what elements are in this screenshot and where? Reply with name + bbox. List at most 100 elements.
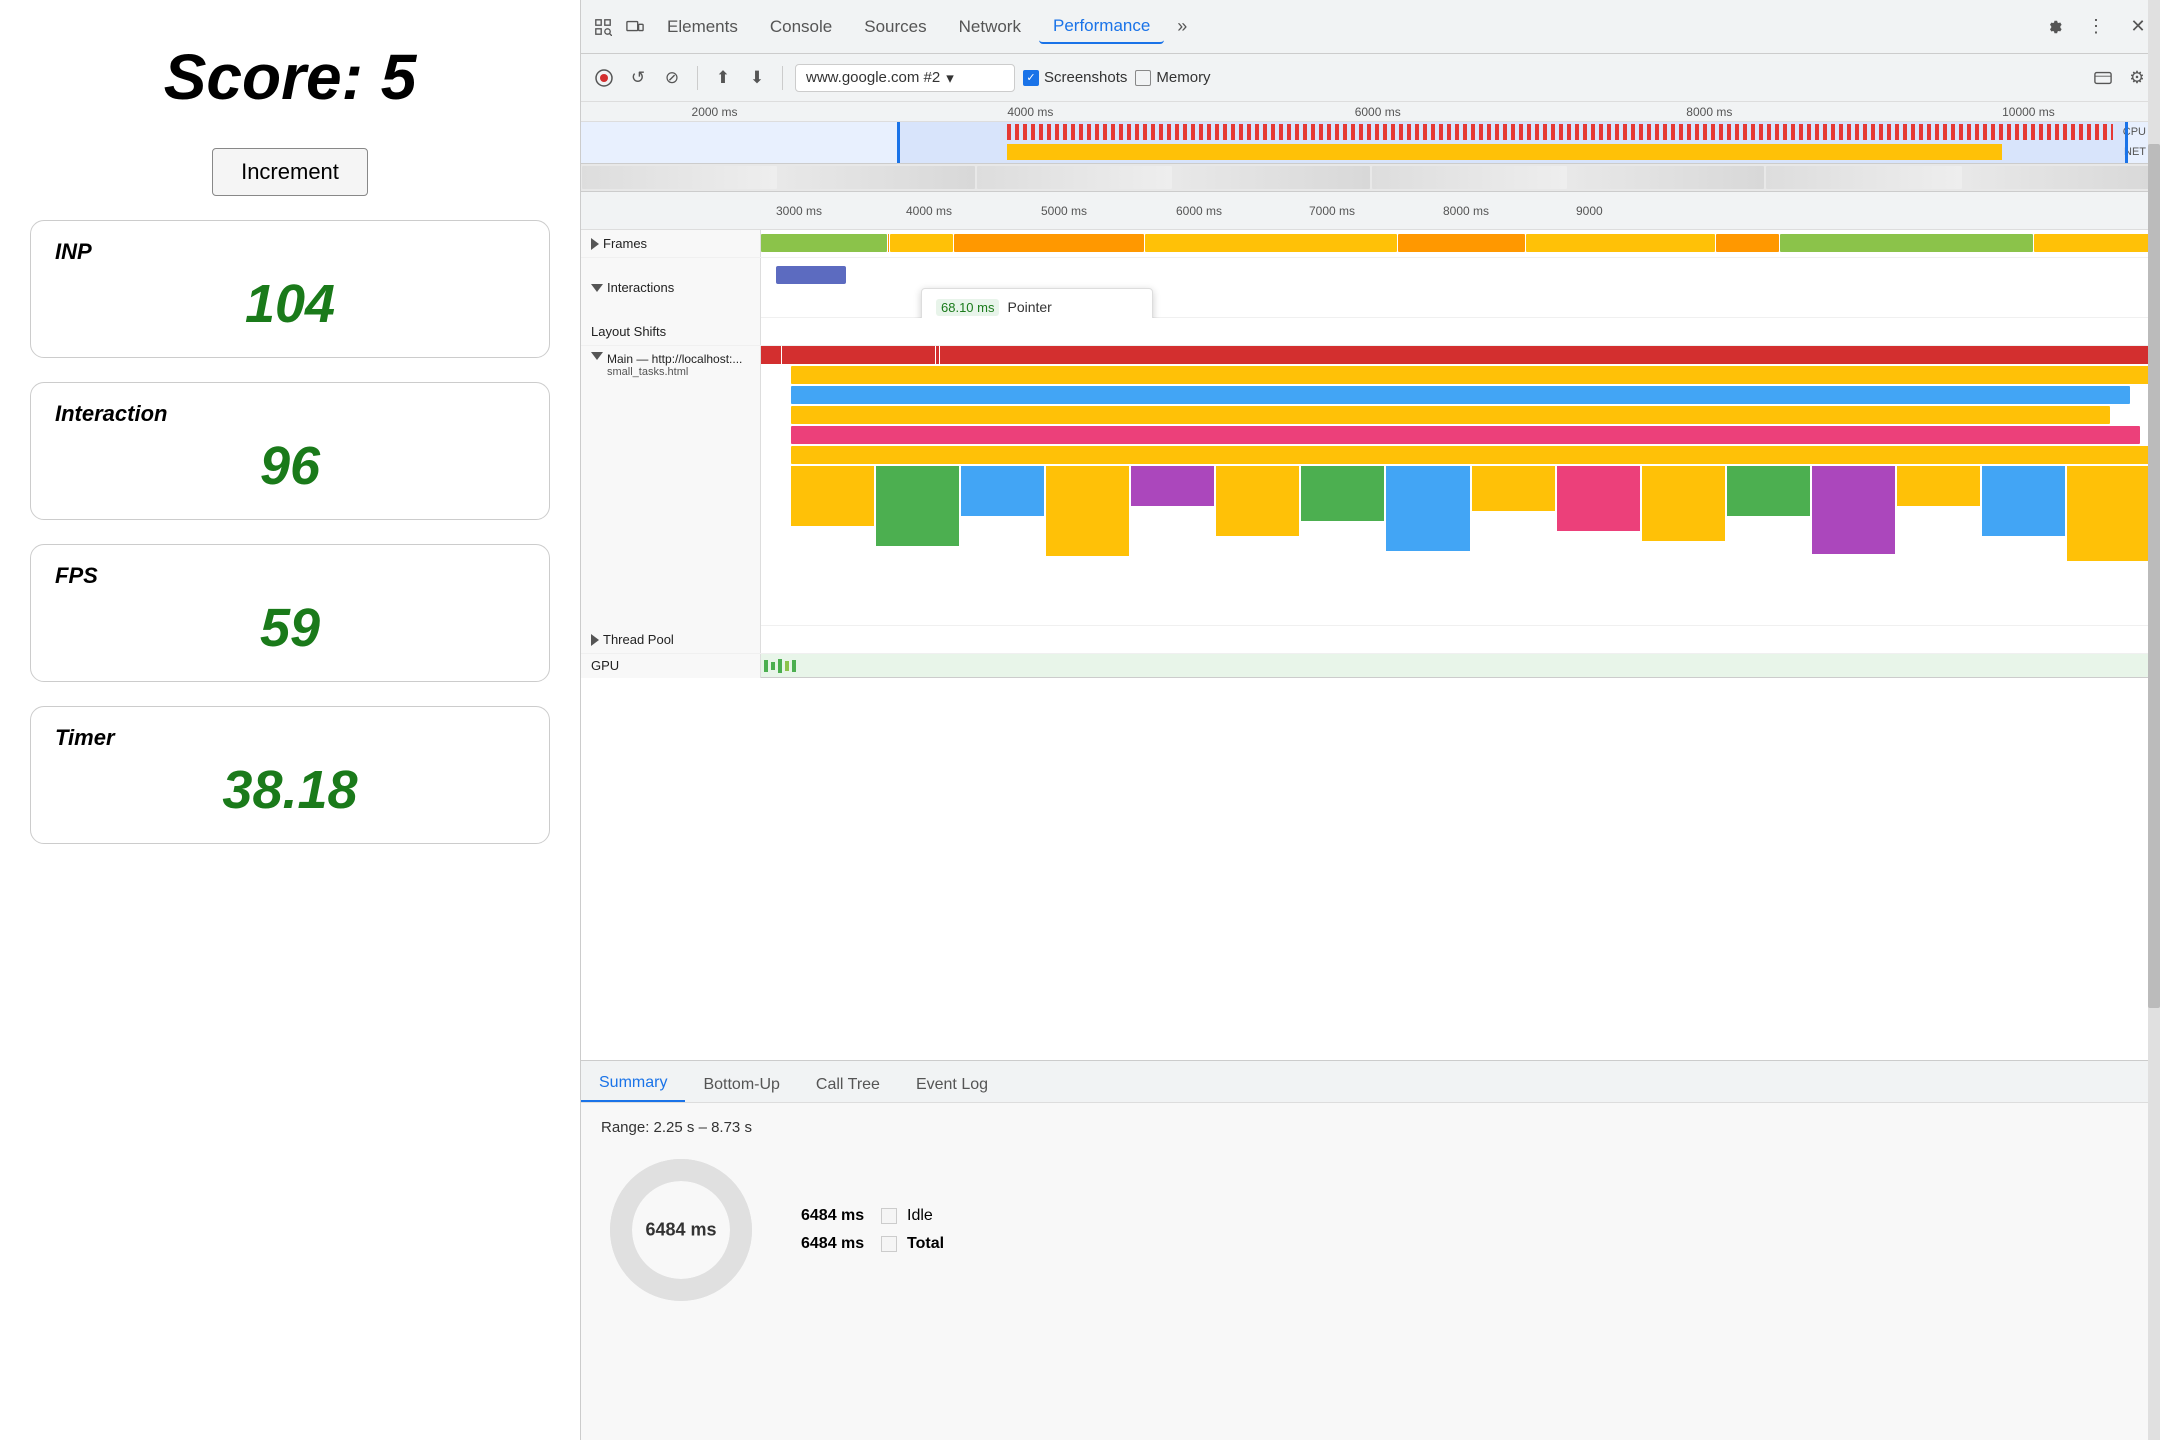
time-3000: 3000 ms	[776, 204, 822, 218]
download-icon[interactable]: ⬇	[744, 65, 770, 91]
interactions-label: Interactions	[581, 258, 761, 318]
screenshots-strip	[581, 163, 2160, 191]
tab-summary[interactable]: Summary	[581, 1066, 685, 1102]
scrollbar-track[interactable]	[2148, 192, 2160, 1060]
upload-icon[interactable]: ⬆	[710, 65, 736, 91]
main-thread-content	[761, 346, 2160, 626]
time-5000: 5000 ms	[1041, 204, 1087, 218]
legend-idle-ms: 6484 ms	[801, 1207, 871, 1225]
main-thread-file: small_tasks.html	[607, 366, 742, 378]
scrollbar-thumb[interactable]	[2148, 192, 2160, 1008]
legend-total-box	[881, 1236, 897, 1252]
increment-button[interactable]: Increment	[212, 148, 368, 196]
gpu-row: GPU	[581, 654, 2160, 678]
main-thread-title: Main — http://localhost:...	[607, 352, 742, 366]
frames-content	[761, 230, 2160, 257]
tab-call-tree[interactable]: Call Tree	[798, 1068, 898, 1102]
more-tabs-icon[interactable]: »	[1168, 13, 1196, 41]
tab-sources[interactable]: Sources	[850, 11, 940, 43]
interaction-label: Interaction	[55, 401, 525, 427]
settings-icon[interactable]	[2040, 13, 2068, 41]
time-9000: 9000	[1576, 204, 1603, 218]
devtools-panel: Elements Console Sources Network Perform…	[580, 0, 2160, 1440]
interaction-bar[interactable]	[776, 266, 846, 284]
time-7000: 7000 ms	[1309, 204, 1355, 218]
bottom-tab-bar: Summary Bottom-Up Call Tree Event Log	[581, 1061, 2160, 1103]
ruler-4000: 4000 ms	[1007, 105, 1053, 119]
fps-value: 59	[55, 597, 525, 659]
time-6000: 6000 ms	[1176, 204, 1222, 218]
interaction-card: Interaction 96	[30, 382, 550, 520]
record-icon[interactable]	[591, 65, 617, 91]
bottom-section: Summary Bottom-Up Call Tree Event Log Ra…	[581, 1060, 2160, 1440]
more-options-icon[interactable]: ⋮	[2082, 13, 2110, 41]
devtools-tab-bar: Elements Console Sources Network Perform…	[581, 0, 2160, 54]
timeline-overview[interactable]: 2000 ms 4000 ms 6000 ms 8000 ms 10000 ms…	[581, 102, 2160, 192]
frames-label: Frames	[581, 230, 761, 257]
timer-label: Timer	[55, 725, 525, 751]
tab-elements[interactable]: Elements	[653, 11, 752, 43]
tab-event-log[interactable]: Event Log	[898, 1068, 1006, 1102]
layout-shifts-label: Layout Shifts	[581, 318, 761, 345]
url-text: www.google.com #2	[806, 69, 940, 86]
memory-check[interactable]: Memory	[1135, 69, 1210, 86]
tab-performance[interactable]: Performance	[1039, 10, 1164, 44]
tab-bottom-up[interactable]: Bottom-Up	[685, 1068, 797, 1102]
cpu-usage-bar	[1007, 124, 2112, 140]
url-bar: www.google.com #2 ▾	[795, 64, 1015, 92]
screenshots-checkbox[interactable]: ✓	[1023, 70, 1039, 86]
gpu-label: GPU	[581, 654, 761, 678]
thread-pool-content	[761, 626, 2160, 653]
score-title: Score: 5	[164, 40, 417, 114]
legend-total-ms: 6484 ms	[801, 1235, 871, 1253]
interactions-expand-icon[interactable]	[591, 284, 603, 292]
interaction-tooltip: 68.10 ms Pointer Input delay 66ms Proces…	[921, 288, 1153, 318]
reload-icon[interactable]: ↺	[625, 65, 651, 91]
legend-idle-label: Idle	[907, 1207, 933, 1225]
device-toggle-icon[interactable]	[621, 13, 649, 41]
tab-console[interactable]: Console	[756, 11, 846, 43]
url-dropdown-icon[interactable]: ▾	[946, 69, 954, 87]
donut-center-label: 6484 ms	[645, 1220, 716, 1241]
ruler-2000: 2000 ms	[692, 105, 738, 119]
legend-items: 6484 ms Idle 6484 ms Total	[801, 1207, 944, 1253]
fps-card: FPS 59	[30, 544, 550, 682]
time-8000: 8000 ms	[1443, 204, 1489, 218]
legend-total: 6484 ms Total	[801, 1235, 944, 1253]
screenshots-check[interactable]: ✓ Screenshots	[1023, 69, 1127, 86]
thread-pool-expand-icon[interactable]	[591, 634, 599, 646]
timer-card: Timer 38.18	[30, 706, 550, 844]
scripting-bar	[1007, 144, 2002, 160]
main-thread-expand-icon[interactable]	[591, 352, 603, 360]
memory-label: Memory	[1156, 69, 1210, 86]
main-thread-row: Main — http://localhost:... small_tasks.…	[581, 346, 2160, 626]
perf-toolbar: ↺ ⊘ ⬆ ⬇ www.google.com #2 ▾ ✓ Screenshot…	[581, 54, 2160, 102]
perf-main: 3000 ms 4000 ms 5000 ms 6000 ms 7000 ms …	[581, 192, 2160, 1060]
thread-pool-label: Thread Pool	[581, 626, 761, 653]
thread-pool-row: Thread Pool	[581, 626, 2160, 654]
flame-chart: Frames	[581, 230, 2160, 1060]
capture-settings-icon[interactable]	[2090, 65, 2116, 91]
range-text: Range: 2.25 s – 8.73 s	[601, 1119, 2140, 1136]
bottom-content: Range: 2.25 s – 8.73 s 6484 ms	[581, 1103, 2160, 1440]
summary-chart-area: 6484 ms 6484 ms Idle 6484 ms Total	[601, 1150, 2140, 1310]
tab-network[interactable]: Network	[945, 11, 1035, 43]
memory-checkbox[interactable]	[1135, 70, 1151, 86]
ruler-8000: 8000 ms	[1686, 105, 1732, 119]
inp-label: INP	[55, 239, 525, 265]
inspect-icon[interactable]	[589, 13, 617, 41]
gpu-content	[761, 654, 2160, 678]
main-thread-label: Main — http://localhost:... small_tasks.…	[581, 346, 761, 626]
fps-label: FPS	[55, 563, 525, 589]
timer-value: 38.18	[55, 759, 525, 821]
layout-shifts-content	[761, 318, 2160, 345]
frames-expand-icon[interactable]	[591, 238, 599, 250]
perf-settings-icon[interactable]: ⚙	[2124, 65, 2150, 91]
interactions-row: Interactions 68.10 ms Pointer Input dela…	[581, 258, 2160, 318]
layout-shifts-row: Layout Shifts	[581, 318, 2160, 346]
legend-idle: 6484 ms Idle	[801, 1207, 944, 1225]
interaction-value: 96	[55, 435, 525, 497]
time-ruler: 3000 ms 4000 ms 5000 ms 6000 ms 7000 ms …	[581, 192, 2160, 230]
ruler-6000: 6000 ms	[1355, 105, 1401, 119]
clear-icon[interactable]: ⊘	[659, 65, 685, 91]
